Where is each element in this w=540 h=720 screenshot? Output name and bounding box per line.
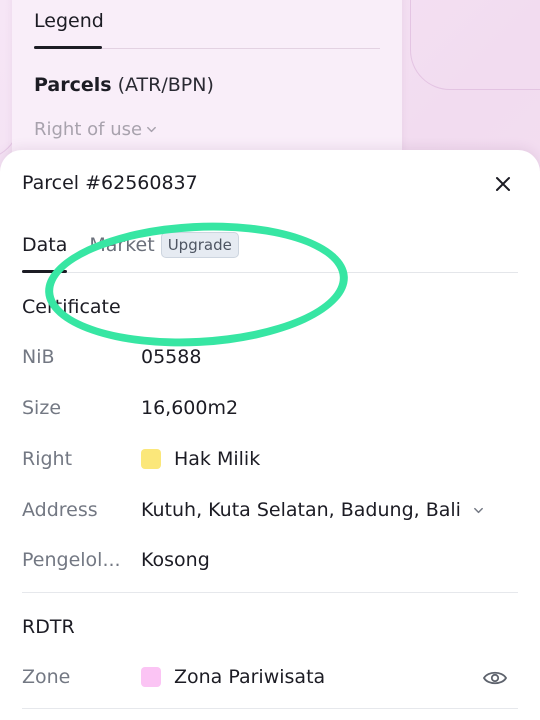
pengelola-value: Kosong — [141, 549, 210, 571]
nib-value: 05588 — [141, 346, 202, 368]
zone-color-swatch — [141, 667, 161, 687]
legend-parcels-suffix: (ATR/BPN) — [111, 74, 214, 96]
section-divider — [22, 708, 518, 709]
rdtr-section-title: RDTR — [22, 616, 75, 638]
eye-icon — [482, 671, 508, 685]
tab-market[interactable]: Market — [89, 234, 154, 256]
tab-data[interactable]: Data — [22, 234, 67, 256]
map-road-line — [410, 0, 540, 90]
section-divider — [22, 592, 518, 593]
parcel-title: Parcel #62560837 — [22, 172, 198, 194]
certificate-section-title: Certificate — [22, 296, 121, 318]
parcel-tabs: Data Market Upgrade — [22, 232, 239, 258]
zone-label: Zone — [22, 666, 71, 688]
zone-visibility-toggle[interactable] — [482, 668, 508, 688]
size-value: 16,600m2 — [141, 397, 239, 419]
zone-value-row: Zona Pariwisata — [141, 666, 325, 688]
close-button[interactable] — [490, 171, 516, 197]
parcel-details-sheet: Parcel #62560837 Data Market Upgrade Cer… — [0, 150, 540, 720]
upgrade-badge[interactable]: Upgrade — [160, 232, 239, 258]
right-color-swatch — [141, 449, 161, 469]
chevron-down-icon — [474, 507, 483, 513]
address-label: Address — [22, 499, 98, 521]
right-label: Right — [22, 448, 73, 470]
legend-panel: Legend Parcels (ATR/BPN) Right of use — [12, 0, 402, 170]
right-value: Hak Milik — [174, 448, 261, 470]
size-label: Size — [22, 397, 62, 419]
legend-right-of-use-dropdown[interactable]: Right of use — [34, 119, 157, 140]
close-icon — [496, 177, 510, 191]
nib-label: NiB — [22, 346, 55, 368]
tab-active-underline — [22, 270, 67, 273]
chevron-down-icon — [147, 126, 156, 133]
legend-tab-underline — [34, 46, 102, 49]
legend-parcels-label: Parcels (ATR/BPN) — [34, 74, 214, 96]
legend-parcels-strong: Parcels — [34, 74, 112, 96]
address-value-dropdown[interactable]: Kutuh, Kuta Selatan, Badung, Bali — [141, 499, 484, 521]
legend-right-of-use-label: Right of use — [34, 119, 143, 140]
right-value-row: Hak Milik — [141, 448, 260, 470]
pengelola-label: Pengelol... — [22, 549, 121, 571]
zone-value: Zona Pariwisata — [174, 666, 326, 688]
legend-title: Legend — [34, 10, 104, 32]
address-value: Kutuh, Kuta Selatan, Badung, Bali — [141, 499, 461, 521]
tabs-divider — [22, 272, 518, 273]
